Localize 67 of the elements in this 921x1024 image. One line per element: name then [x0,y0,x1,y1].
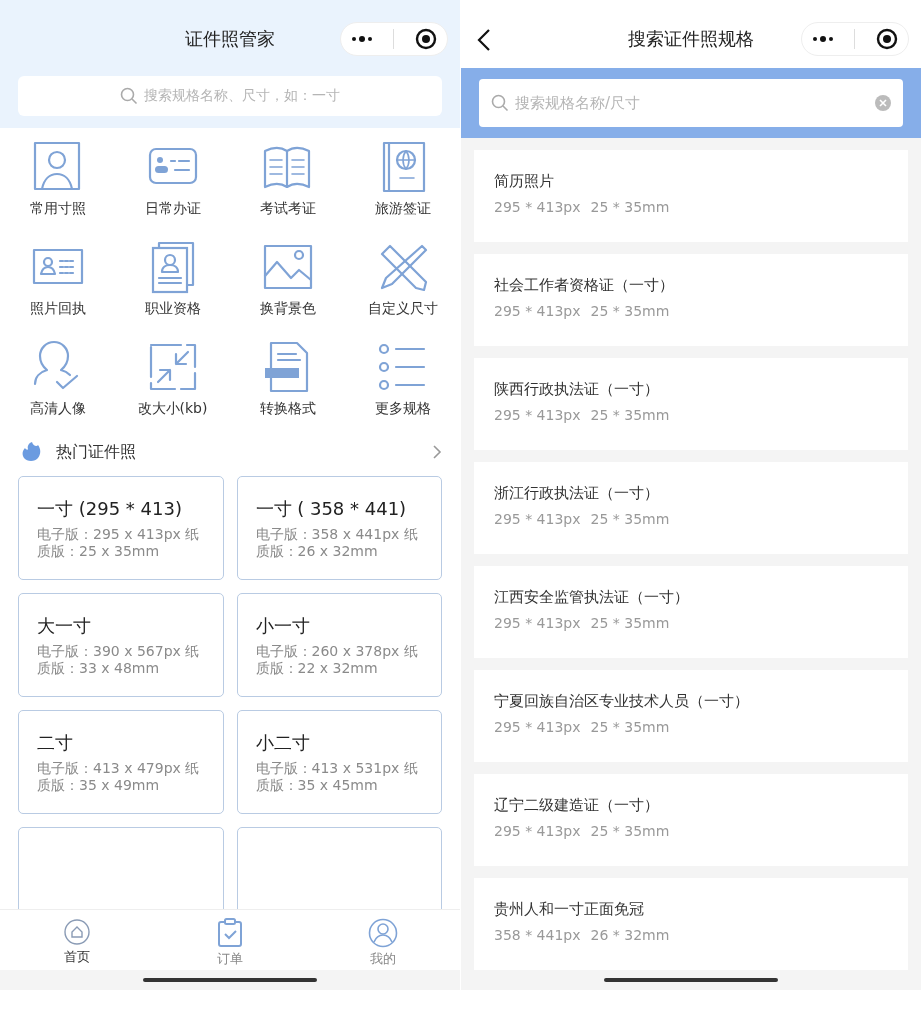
result-item[interactable]: 浙江行政执法证（一寸） 295 * 413px 25 * 35mm [474,462,908,554]
tab-item[interactable]: 我的 [306,910,460,970]
result-item[interactable]: 辽宁二级建造证（一寸） 295 * 413px 25 * 35mm [474,774,908,866]
shortcut-item[interactable]: 更多规格 [345,340,460,418]
back-icon [477,28,491,52]
search-icon [491,94,509,112]
spec-card[interactable]: 小二寸 电子版：413 x 531px 纸质版：35 x 45mm [236,710,442,814]
print-size: 25 * 35mm [590,407,670,423]
spec-name: 浙江行政执法证（一寸） [494,484,660,503]
spec-name: 宁夏回族自治区专业技术人员（一寸） [494,692,750,711]
home-icon [62,918,91,946]
print-size: 25 * 35mm [590,303,670,319]
chevron-right-icon[interactable] [432,445,442,459]
pixel-size: 295 * 413px [494,511,581,527]
print-size: 25 * 35mm [590,511,670,527]
pixel-size: 295 * 413px [494,303,581,319]
shortcut-item[interactable]: 职业资格 [115,240,230,318]
pixel-size: 295 * 413px [494,615,581,631]
close-mini-program-icon[interactable] [414,28,437,50]
spec-card[interactable]: 大一寸 电子版：390 x 567px 纸质版：33 x 48mm [18,593,224,697]
pixel-size: 295 * 413px [494,823,581,839]
shortcut-item[interactable]: 换背景色 [230,240,345,318]
search-icon [120,87,138,105]
spec-name: 辽宁二级建造证（一寸） [494,796,660,815]
print-size: 25 * 35mm [590,719,670,735]
user-icon [368,918,399,948]
shortcut-item[interactable]: 考试考证 [230,140,345,218]
spec-card[interactable]: 一寸 ( 358 * 441) 电子版：358 x 441px 纸质版：26 x 32mm [236,476,442,580]
pixel-size: 295 * 413px [494,199,581,215]
clipboard-check-icon [216,918,244,948]
spec-name: 陕西行政执法证（一寸） [494,380,660,399]
section-title: 热门证件照 [56,441,137,463]
more-icon[interactable] [812,35,835,43]
print-size: 26 * 32mm [590,927,670,943]
more-icon[interactable] [351,35,374,43]
shortcut-item[interactable]: 照片回执 [0,240,115,318]
shortcut-item[interactable]: 改大小(kb) [115,340,230,418]
pixel-size: 295 * 413px [494,719,581,735]
print-size: 25 * 35mm [590,823,670,839]
shortcut-item[interactable]: 常用寸照 [0,140,115,218]
close-mini-program-icon[interactable] [875,28,898,50]
spec-name: 江西安全监管执法证（一寸） [494,588,690,607]
page-title: 搜索证件照规格 [628,27,754,51]
shortcut-item[interactable]: 旅游签证 [345,140,460,218]
spec-card[interactable]: 二寸 电子版：413 x 479px 纸质版：35 x 49mm [18,710,224,814]
result-item[interactable]: 宁夏回族自治区专业技术人员（一寸） 295 * 413px 25 * 35mm [474,670,908,762]
pixel-size: 295 * 413px [494,407,581,423]
result-item[interactable]: 陕西行政执法证（一寸） 295 * 413px 25 * 35mm [474,358,908,450]
shortcut-item[interactable]: 高清人像 [0,340,115,418]
print-size: 25 * 35mm [590,199,670,215]
result-item[interactable]: 社会工作者资格证（一寸） 295 * 413px 25 * 35mm [474,254,908,346]
spec-name: 贵州人和一寸正面免冠 [494,900,645,919]
spec-name: 简历照片 [494,172,555,191]
result-item[interactable]: 江西安全监管执法证（一寸） 295 * 413px 25 * 35mm [474,566,908,658]
shortcut-item[interactable]: 转换格式 [230,340,345,418]
print-size: 25 * 35mm [590,615,670,631]
shortcut-item[interactable]: 日常办证 [115,140,230,218]
spec-name: 社会工作者资格证（一寸） [494,276,675,295]
tab-item[interactable]: 订单 [153,910,307,970]
result-item[interactable]: 简历照片 295 * 413px 25 * 35mm [474,150,908,242]
result-item[interactable]: 贵州人和一寸正面免冠 358 * 441px 26 * 32mm [474,878,908,970]
app-title: 证件照管家 [185,27,275,51]
shortcut-item[interactable]: 自定义尺寸 [345,240,460,318]
pixel-size: 358 * 441px [494,927,581,943]
spec-card[interactable]: 小一寸 电子版：260 x 378px 纸质版：22 x 32mm [236,593,442,697]
spec-card[interactable]: 一寸 (295 * 413) 电子版：295 x 413px 纸质版：25 x 35mm [18,476,224,580]
tab-item[interactable]: 首页 [0,910,154,970]
